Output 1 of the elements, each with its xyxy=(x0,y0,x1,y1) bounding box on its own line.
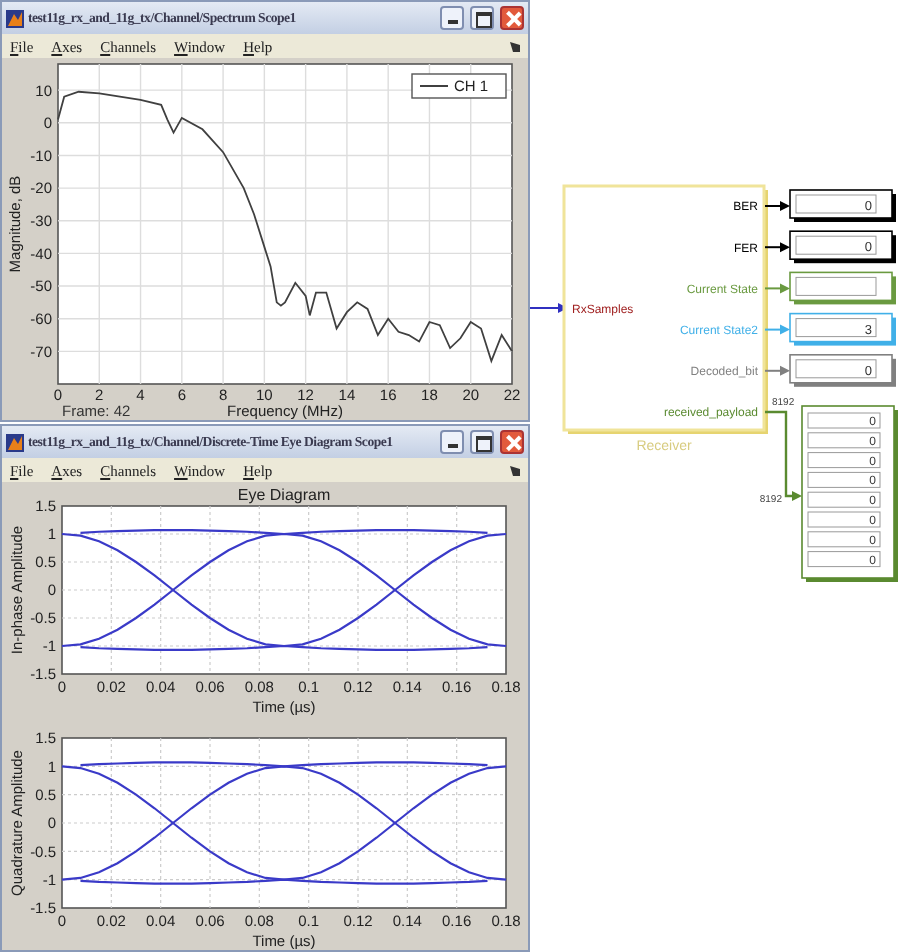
chart-title: Eye Diagram xyxy=(237,486,331,504)
